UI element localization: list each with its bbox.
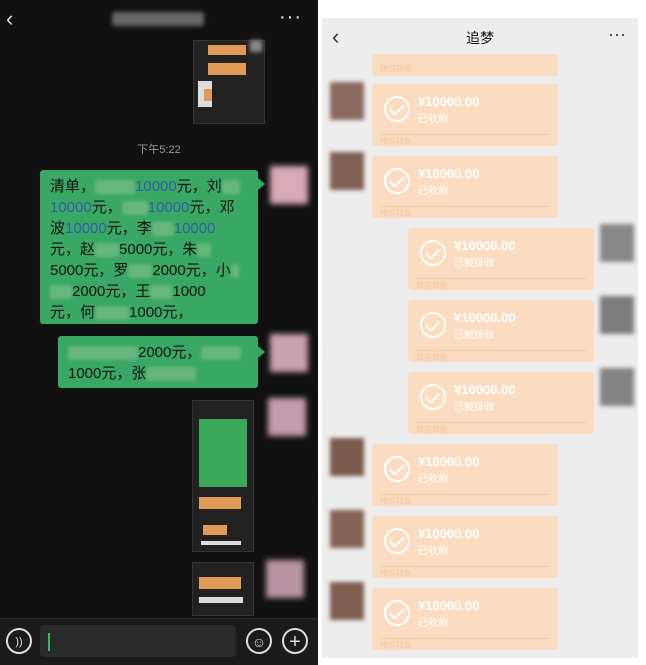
transfer-card[interactable]: ¥10000.00 已收款 微信转账: [372, 156, 558, 218]
message-line: 元，赵 5000元，朱: [50, 239, 248, 260]
image-message-thumbnail[interactable]: [192, 400, 254, 552]
check-circle-icon: [420, 384, 446, 410]
text-caret: [48, 633, 50, 651]
plus-icon[interactable]: +: [282, 628, 308, 654]
transfer-card-footer: 微信转账: [380, 638, 550, 651]
message-line: 波10000元，李 10000: [50, 220, 216, 237]
message-line: 2000元，: [68, 342, 248, 363]
transfer-amount: ¥10000.00: [454, 382, 516, 397]
avatar[interactable]: [330, 582, 364, 620]
avatar[interactable]: [270, 166, 308, 204]
message-line: 清单， 10000元，刘: [50, 176, 248, 197]
chat-header: ‹ 追梦 ···: [322, 18, 638, 58]
more-menu-button[interactable]: ···: [608, 24, 626, 45]
transfer-status: 已被接收: [454, 330, 494, 341]
transfer-card[interactable]: ¥10000.00 已被接收 微信转账: [408, 228, 594, 290]
avatar[interactable]: [330, 510, 364, 548]
transfer-card-footer: 微信转账: [380, 494, 550, 507]
image-message-thumbnail[interactable]: [192, 562, 254, 616]
emoji-icon[interactable]: ☺: [246, 628, 272, 654]
avatar[interactable]: [330, 82, 364, 120]
transfer-card[interactable]: 微信转账: [372, 54, 558, 76]
right-chat-screen: ‹ 追梦 ··· 微信转账 ¥10000.00 已收款 微信转账 ¥10000.…: [318, 0, 646, 665]
check-circle-icon: [384, 456, 410, 482]
message-line: 2000元，王 1000: [50, 281, 248, 302]
transfer-card[interactable]: ¥10000.00 已收款 微信转账: [372, 84, 558, 146]
check-circle-icon: [420, 240, 446, 266]
transfer-amount: ¥10000.00: [418, 94, 480, 109]
transfer-card-footer: 微信转账: [380, 134, 550, 147]
avatar[interactable]: [270, 334, 308, 372]
avatar[interactable]: [330, 438, 364, 476]
check-circle-icon: [384, 600, 410, 626]
avatar[interactable]: [600, 296, 634, 334]
text-message-bubble[interactable]: 清单， 10000元，刘 10000元， 10000元，邓 波10000元，李 100…: [40, 170, 258, 324]
image-message-thumbnail[interactable]: [193, 40, 265, 124]
transfer-card[interactable]: ¥10000.00 已收款 微信转账: [372, 516, 558, 578]
transfer-status: 已被接收: [454, 402, 494, 413]
transfer-status: 已收款: [418, 546, 448, 557]
transfer-card[interactable]: ¥10000.00 已被接收 微信转账: [408, 300, 594, 362]
transfer-amount: ¥10000.00: [418, 166, 480, 181]
more-menu-button[interactable]: ···: [279, 6, 302, 29]
voice-icon[interactable]: )): [6, 628, 32, 654]
transfer-amount: ¥10000.00: [418, 454, 480, 469]
check-circle-icon: [384, 96, 410, 122]
avatar[interactable]: [600, 368, 634, 406]
avatar[interactable]: [268, 398, 306, 436]
message-line: 5000元，罗 2000元，小: [50, 260, 248, 281]
message-input[interactable]: [40, 625, 236, 657]
back-icon[interactable]: ‹: [6, 8, 13, 30]
transfer-amount: ¥10000.00: [454, 310, 516, 325]
check-circle-icon: [384, 168, 410, 194]
transfer-status: 已收款: [418, 474, 448, 485]
avatar[interactable]: [600, 224, 634, 262]
transfer-card-footer: 微信转账: [416, 278, 586, 291]
bubble-tail: [258, 346, 265, 358]
avatar[interactable]: [250, 40, 262, 52]
transfer-amount: ¥10000.00: [418, 598, 480, 613]
left-chat-screen: ‹ ··· 下午5:22 清单， 10000元，刘 10000元， 10000元，邓…: [0, 0, 318, 665]
transfer-status: 已收款: [418, 186, 448, 197]
transfer-status: 已被接收: [454, 258, 494, 269]
check-circle-icon: [384, 528, 410, 554]
transfer-card-footer: 微信转账: [380, 206, 550, 219]
message-line: 1000元，张: [68, 363, 248, 384]
transfer-status: 已收款: [418, 618, 448, 629]
transfer-card-footer: 微信转账: [380, 64, 412, 73]
check-circle-icon: [420, 312, 446, 338]
transfer-card[interactable]: ¥10000.00 已收款 微信转账: [372, 444, 558, 506]
transfer-chat: ‹ 追梦 ··· 微信转账 ¥10000.00 已收款 微信转账 ¥10000.…: [322, 18, 638, 658]
message-line: 元，何 1000元，: [50, 304, 193, 321]
transfer-card-footer: 微信转账: [380, 566, 550, 579]
text-message-bubble[interactable]: 2000元， 1000元，张: [58, 336, 258, 388]
timestamp: 下午5:22: [137, 144, 181, 156]
chat-title-redacted: [112, 12, 204, 26]
input-bar: )) ☺ +: [0, 618, 318, 665]
transfer-amount: ¥10000.00: [454, 238, 516, 253]
bubble-tail: [258, 178, 265, 190]
message-line: 10000元， 10000元，邓: [50, 199, 235, 216]
transfer-card-footer: 微信转账: [416, 350, 586, 363]
chat-title: 追梦: [466, 30, 494, 46]
avatar[interactable]: [330, 152, 364, 190]
transfer-status: 已收款: [418, 114, 448, 125]
transfer-card[interactable]: ¥10000.00 已收款 微信转账: [372, 588, 558, 650]
transfer-card[interactable]: ¥10000.00 已被接收 微信转账: [408, 372, 594, 434]
transfer-card-footer: 微信转账: [416, 422, 586, 435]
transfer-amount: ¥10000.00: [418, 526, 480, 541]
avatar[interactable]: [266, 560, 304, 598]
